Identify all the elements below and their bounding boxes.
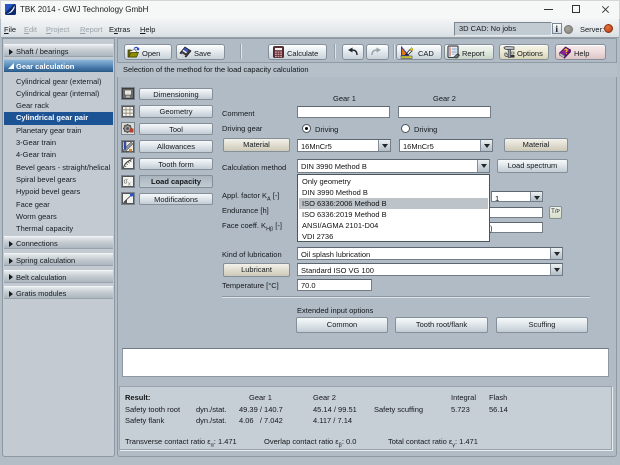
svg-text:x: x <box>128 181 131 187</box>
